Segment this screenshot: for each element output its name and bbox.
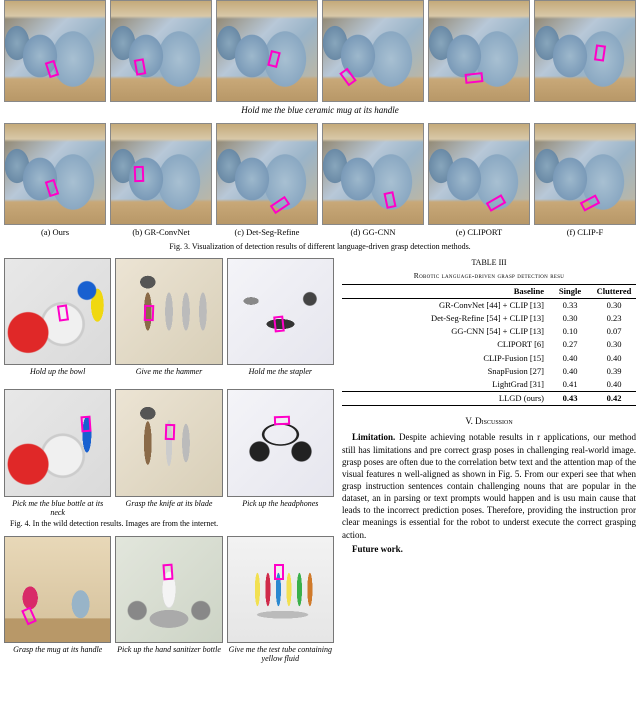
section-heading-discussion: V. Discussion [342,416,636,428]
fig3-img-clipf-1 [534,0,636,102]
future-lead: Future work. [352,544,403,554]
table-row: GR-ConvNet [44] + CLIP [13]0.330.30 [342,299,636,313]
fig4-cap-3: Pick me the blue bottle at its neck [4,499,111,517]
fig3-label-e: (e) CLIPORT [428,227,530,238]
table3-title: Robotic language-driven grasp detection … [342,271,636,281]
th-cluttered: Cluttered [592,285,636,299]
fig4-img-3 [4,389,111,496]
fig5-img-0 [4,536,111,643]
fig4-img-0 [4,258,111,365]
fig3-label-b: (b) GR-ConvNet [110,227,212,238]
fig5-cap-2: Give me the test tube containing yellow … [227,645,334,663]
para-limitation: Limitation. Despite achieving notable re… [342,431,636,540]
fig3-caption: Fig. 3. Visualization of detection resul… [0,242,640,252]
fig3-img-ours-1 [4,0,106,102]
fig3-prompt: Hold me the blue ceramic mug at its hand… [0,105,640,117]
fig3-label-d: (d) GG-CNN [322,227,424,238]
fig5-cap-0: Grasp the mug at its handle [4,645,111,663]
fig4-grid: Hold up the bowl Give me the hammer Hold… [4,258,334,517]
fig5-cap-1: Pick up the hand sanitizer bottle [115,645,222,663]
fig5-img-1 [115,536,222,643]
fig4-cap-5: Pick up the headphones [227,499,334,517]
limitation-lead: Limitation. [352,432,395,442]
fig3-img-grconv-1 [110,0,212,102]
table-row: CLIPORT [6]0.270.30 [342,338,636,351]
table3-label: TABLE III [342,258,636,268]
fig3-img-ggcnn-1 [322,0,424,102]
limitation-body: Despite achieving notable results in r a… [342,432,636,539]
fig4-cap-0: Hold up the bowl [4,367,111,385]
fig5-img-2 [227,536,334,643]
table-row: GG-CNN [54] + CLIP [13]0.100.07 [342,325,636,338]
fig4-img-4 [115,389,222,496]
fig4-img-2 [227,258,334,365]
fig3-col-labels: (a) Ours (b) GR-ConvNet (c) Det-Seg-Refi… [0,227,640,238]
fig5-grid: Grasp the mug at its handle Pick up the … [4,536,334,664]
fig4-img-1 [115,258,222,365]
th-single: Single [548,285,592,299]
para-future: Future work. [342,543,636,555]
fig4-cap-1: Give me the hammer [115,367,222,385]
th-baseline: Baseline [342,285,548,299]
table3: Baseline Single Cluttered GR-ConvNet [44… [342,284,636,405]
fig3-label-f: (f) CLIP-F [534,227,636,238]
table-row: SnapFusion [27]0.400.39 [342,365,636,378]
fig3-img-cliport-1 [428,0,530,102]
fig3-img-ours-2 [4,123,106,225]
table-row: LightGrad [31]0.410.40 [342,378,636,392]
table-row: CLIP-Fusion [15]0.400.40 [342,352,636,365]
fig3-label-a: (a) Ours [4,227,106,238]
fig4-cap-4: Grasp the knife at its blade [115,499,222,517]
fig3-row2 [0,123,640,225]
fig4-cap-2: Hold me the stapler [227,367,334,385]
fig3-img-ggcnn-2 [322,123,424,225]
table-row: Det-Seg-Refine [54] + CLIP [13]0.300.23 [342,312,636,325]
fig3-img-detseg-1 [216,0,318,102]
fig3-label-c: (c) Det-Seg-Refine [216,227,318,238]
fig3-img-cliport-2 [428,123,530,225]
table-row-final: LLGD (ours)0.430.42 [342,391,636,405]
fig3-img-grconv-2 [110,123,212,225]
fig4-caption: Fig. 4. In the wild detection results. I… [10,519,334,529]
fig3-img-detseg-2 [216,123,318,225]
fig4-img-5 [227,389,334,496]
fig3-img-clipf-2 [534,123,636,225]
fig3-row1 [0,0,640,102]
